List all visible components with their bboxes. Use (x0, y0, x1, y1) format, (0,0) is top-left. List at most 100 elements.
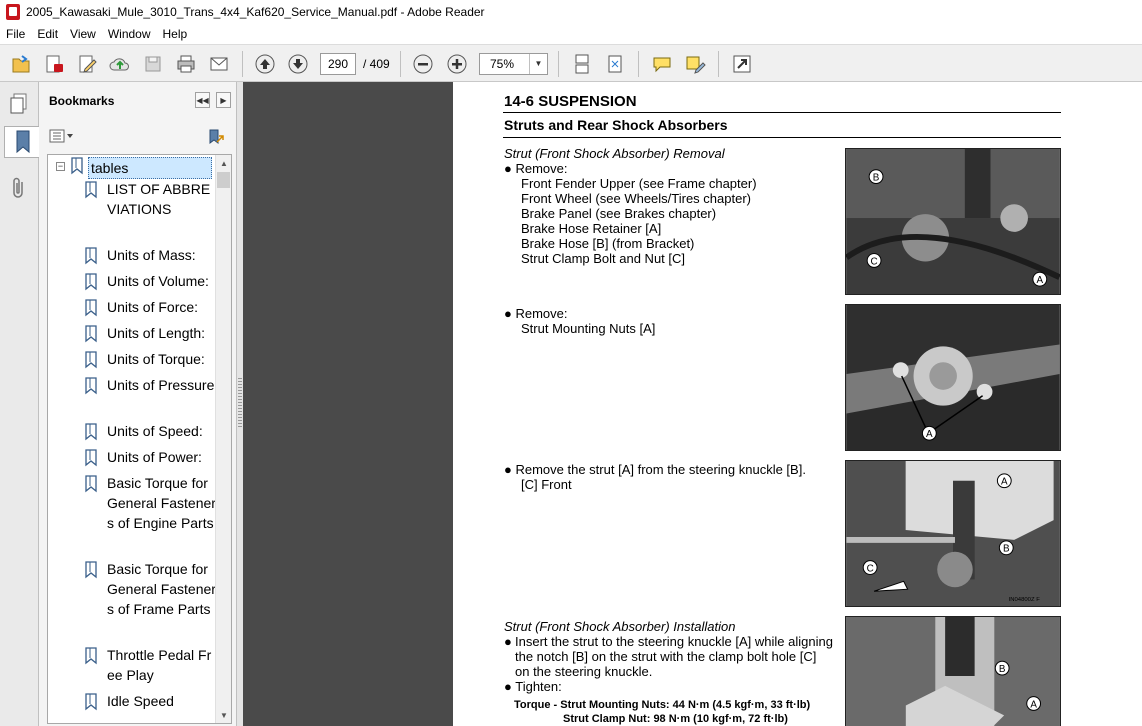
step1-item: Strut Clamp Bolt and Nut [C] (521, 251, 686, 266)
arrow-down-circle-icon (288, 54, 308, 74)
collapse-panel-button[interactable]: ◀◀ (195, 92, 210, 108)
bookmark-root-label: tables (88, 157, 212, 179)
photo-strut-knuckle: A B C IN04800Z F (845, 460, 1061, 607)
bullet-glyph: ● (504, 634, 512, 649)
zoom-out-button[interactable] (410, 51, 436, 77)
highlight-text-button[interactable] (682, 51, 708, 77)
scrolling-mode-button[interactable] (569, 51, 595, 77)
photo3-label-b: B (1003, 544, 1010, 555)
bookmark-item[interactable]: Throttle Pedal Free Play (84, 645, 219, 685)
bookmark-icon (71, 157, 83, 175)
expand-bookmark-button[interactable] (207, 128, 225, 146)
attachments-button[interactable] (4, 172, 34, 204)
bookmark-icon (85, 299, 97, 317)
print-button[interactable] (173, 51, 199, 77)
fit-page-button[interactable] (602, 51, 628, 77)
photo1-label-b: B (873, 173, 880, 184)
scroll-up-arrow-icon[interactable]: ▲ (216, 155, 231, 171)
bookmark-item[interactable]: Units of Pressure: (84, 375, 219, 395)
upload-button[interactable] (107, 51, 133, 77)
splitter-grip[interactable] (238, 378, 242, 428)
bookmark-tree: − tables LIST OF ABBREVIATIONS Units of M… (47, 154, 232, 724)
edit-button[interactable] (74, 51, 100, 77)
torque-line: Torque - Strut Mounting Nuts: 44 N·m (4.… (514, 699, 811, 711)
page-number-input[interactable]: 290 (320, 53, 356, 75)
create-pdf-button[interactable] (41, 51, 67, 77)
bookmark-item[interactable]: Units of Torque: (84, 349, 219, 369)
bookmark-item[interactable]: Units of Force: (84, 297, 219, 317)
save-button[interactable] (140, 51, 166, 77)
open-button[interactable] (8, 51, 34, 77)
bookmark-tree-scrollbar[interactable]: ▲ ▼ (215, 155, 231, 723)
scroll-page-icon (575, 54, 589, 74)
bookmark-item[interactable]: Units of Speed: (84, 421, 219, 441)
bookmark-item-label: Throttle Pedal Free Play (107, 647, 212, 683)
bookmark-icon (85, 475, 97, 493)
bookmark-item[interactable]: Idle Speed (84, 691, 219, 711)
menu-edit[interactable]: Edit (31, 27, 64, 41)
bookmark-icon (85, 325, 97, 343)
page-thumbnails-button[interactable] (4, 88, 34, 120)
bookmark-root[interactable]: tables (70, 157, 212, 179)
install-bullet1: ● Insert the strut to the steering knuck… (504, 634, 834, 679)
photo1-label-a: A (1037, 275, 1044, 286)
pages-icon (10, 93, 27, 114)
minus-circle-icon (413, 54, 433, 74)
bookmark-item[interactable]: Units of Volume: (84, 271, 219, 291)
toolbar-separator (242, 51, 243, 77)
menu-view[interactable]: View (64, 27, 102, 41)
pdf-page: 14-6 SUSPENSION Struts and Rear Shock Ab… (453, 82, 1142, 726)
installation-heading: Strut (Front Shock Absorber) Installatio… (504, 619, 736, 634)
toolbar-separator (400, 51, 401, 77)
bookmark-icon (85, 449, 97, 467)
chevron-right-icon: ▶ (220, 95, 227, 105)
step1-item: Brake Hose Retainer [A] (521, 221, 662, 236)
scrollbar-thumb[interactable] (217, 172, 230, 188)
scroll-down-arrow-icon[interactable]: ▼ (216, 707, 231, 723)
install-bullet2-text: Tighten: (515, 679, 562, 694)
menu-help[interactable]: Help (157, 27, 194, 41)
paperclip-icon (13, 177, 23, 198)
chevron-down-icon[interactable]: ▼ (529, 54, 547, 74)
document-view[interactable]: 14-6 SUSPENSION Struts and Rear Shock Ab… (243, 82, 1142, 726)
bookmarks-panel: Bookmarks ◀◀ ▶ − tables LIST OF ABBREVIA… (39, 82, 237, 726)
bullet-glyph: ● (504, 306, 512, 321)
comment-button[interactable] (649, 51, 675, 77)
next-page-button[interactable] (285, 51, 311, 77)
menu-window[interactable]: Window (102, 27, 157, 41)
bookmark-item-label: Units of Torque: (107, 351, 205, 367)
step3-item: [C] Front (521, 477, 572, 492)
photo1-label-c: C (871, 256, 878, 267)
heading-rule (503, 112, 1061, 113)
bookmark-item[interactable]: LIST OF ABBREVIATIONS (84, 179, 219, 219)
bookmark-item[interactable]: Basic Torque for General Fasteners of Fr… (84, 559, 219, 619)
bookmark-icon (85, 181, 97, 199)
save-disk-icon (145, 56, 161, 72)
zoom-select[interactable]: 75% ▼ (479, 53, 548, 75)
hide-panel-button[interactable]: ▶ (216, 92, 231, 108)
bookmark-item[interactable]: Units of Length: (84, 323, 219, 343)
bookmark-item[interactable]: Basic Torque for General Fasteners of En… (84, 473, 219, 533)
bookmarks-tab-button[interactable] (4, 126, 40, 158)
bookmark-item[interactable]: Units of Mass: (84, 245, 219, 265)
arrow-up-circle-icon (255, 54, 275, 74)
subtitle-rule (503, 137, 1061, 138)
bookmark-item-label: LIST OF ABBREVIATIONS (107, 181, 211, 217)
full-screen-button[interactable] (729, 51, 755, 77)
photo3-label-c: C (867, 563, 874, 574)
step2-item: Strut Mounting Nuts [A] (521, 321, 656, 336)
toolbar-separator (558, 51, 559, 77)
bookmark-options-menu[interactable] (49, 128, 75, 144)
toolbar: 290 / 409 75% ▼ (0, 44, 1142, 82)
previous-page-button[interactable] (252, 51, 278, 77)
zoom-in-button[interactable] (444, 51, 470, 77)
removal-heading: Strut (Front Shock Absorber) Removal (504, 146, 725, 161)
step1-item: Brake Panel (see Brakes chapter) (521, 206, 717, 221)
bookmark-icon (85, 647, 97, 665)
email-button[interactable] (206, 51, 232, 77)
text-highlight-icon (686, 56, 706, 74)
speech-bubble-icon (653, 57, 671, 73)
menu-file[interactable]: File (0, 27, 31, 41)
collapse-toggle[interactable]: − (56, 162, 65, 171)
bookmark-item[interactable]: Units of Power: (84, 447, 219, 467)
